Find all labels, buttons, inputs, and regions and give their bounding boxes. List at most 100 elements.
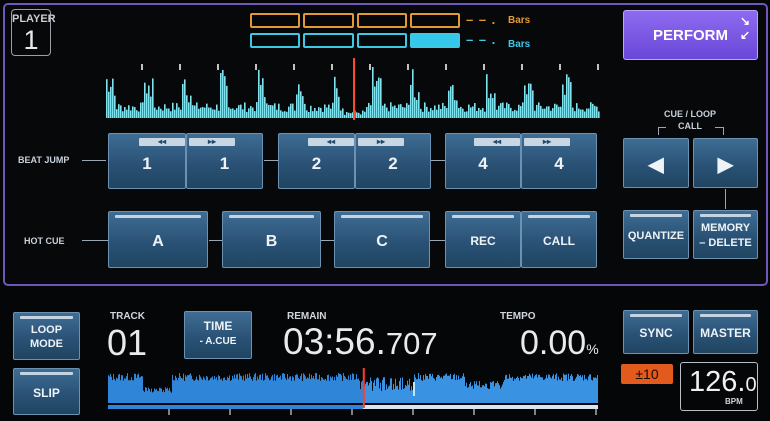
- waveform-bar: [318, 107, 320, 118]
- overview-bar: [139, 377, 140, 403]
- beat-jump-forward-1-button[interactable]: ▸▸ 1: [186, 133, 263, 189]
- waveform-bar: [416, 99, 418, 118]
- overview-bar: [110, 373, 111, 403]
- beat-jump-back-1-button[interactable]: ◂◂ 1: [108, 133, 186, 189]
- overview-bar: [563, 373, 564, 403]
- quantize-button[interactable]: QUANTIZE: [623, 210, 689, 259]
- main-waveform[interactable]: [106, 58, 600, 120]
- beat-jump-back-2-button[interactable]: ◂◂ 2: [278, 133, 355, 189]
- beat-jump-forward-2-button[interactable]: ▸▸ 2: [355, 133, 431, 189]
- forward-tab-icon: ▸▸: [189, 138, 235, 146]
- overview-bar: [369, 383, 370, 403]
- time-mode-line1: TIME: [203, 319, 233, 333]
- overview-bar: [157, 390, 158, 403]
- waveform-bar: [516, 110, 518, 118]
- overview-bar: [295, 375, 296, 403]
- overview-bar: [431, 376, 432, 403]
- connector-line: [321, 240, 334, 241]
- key-shift-badge[interactable]: ±10: [621, 364, 673, 384]
- bpm-main: 126.: [689, 366, 746, 398]
- overview-bar: [545, 378, 546, 403]
- waveform-bar: [300, 91, 302, 118]
- waveform-bar: [214, 109, 216, 118]
- waveform-bar: [500, 103, 502, 118]
- hot-cue-call-button[interactable]: CALL: [521, 211, 597, 268]
- overview-bar: [308, 378, 309, 403]
- overview-bar: [343, 373, 344, 403]
- overview-bar: [356, 374, 357, 403]
- overview-bar: [376, 378, 377, 403]
- waveform-bar: [106, 79, 108, 118]
- cue-loop-call-prev-button[interactable]: ◀: [623, 138, 689, 188]
- overview-bar: [446, 373, 447, 403]
- overview-bar: [133, 380, 134, 403]
- overview-bar: [560, 379, 561, 403]
- waveform-bar: [392, 106, 394, 118]
- overview-bar: [158, 391, 159, 403]
- waveform-bar: [270, 105, 272, 118]
- hot-cue-a-button[interactable]: A: [108, 211, 208, 268]
- overview-bar: [368, 385, 369, 403]
- overview-waveform[interactable]: [108, 368, 598, 416]
- overview-bar: [341, 375, 342, 403]
- overview-bar: [441, 376, 442, 403]
- overview-bar: [474, 381, 475, 403]
- overview-bar: [358, 378, 359, 403]
- overview-bar: [570, 375, 571, 403]
- overview-bar: [290, 376, 291, 403]
- overview-time-ticks: [168, 409, 597, 415]
- hot-cue-c-button[interactable]: C: [334, 211, 430, 268]
- waveform-bar: [170, 111, 172, 118]
- overview-bar: [164, 392, 165, 403]
- overview-bar: [517, 376, 518, 403]
- overview-bar: [586, 378, 587, 403]
- hot-cue-label-c: C: [376, 233, 388, 250]
- overview-bar: [520, 376, 521, 403]
- overview-bar: [448, 375, 449, 403]
- overview-bar: [455, 380, 456, 403]
- waveform-bar: [444, 106, 446, 118]
- memory-delete-button[interactable]: MEMORY – DELETE: [693, 210, 758, 259]
- overview-bar: [402, 377, 403, 403]
- overview-bar: [263, 380, 264, 403]
- overview-bar: [597, 375, 598, 403]
- sync-button[interactable]: SYNC: [623, 310, 689, 354]
- waveform-bar: [140, 102, 142, 118]
- hot-cue-b-button[interactable]: B: [222, 211, 321, 268]
- overview-bar: [463, 373, 464, 403]
- overview-bar: [302, 380, 303, 403]
- perform-button[interactable]: PERFORM ↘ ↙: [623, 10, 758, 60]
- overview-bar: [328, 374, 329, 403]
- overview-bar: [254, 374, 255, 403]
- overview-bar: [132, 380, 133, 403]
- overview-bar: [371, 381, 372, 403]
- beat-jump-forward-4-button[interactable]: ▸▸ 4: [521, 133, 597, 189]
- overview-bar: [220, 379, 221, 403]
- overview-bar: [210, 378, 211, 403]
- overview-bar: [165, 387, 166, 403]
- loop-mode-button[interactable]: LOOP MODE: [13, 312, 80, 360]
- beat-jump-back-4-button[interactable]: ◂◂ 4: [445, 133, 521, 189]
- waveform-bar: [148, 85, 150, 118]
- waveform-bar: [350, 113, 352, 118]
- overview-bar: [527, 375, 528, 403]
- bars-indicator-orange: [250, 13, 460, 28]
- overview-bar: [498, 383, 499, 403]
- waveform-bar: [456, 100, 458, 118]
- cue-loop-call-next-button[interactable]: ▶: [693, 138, 758, 188]
- waveform-bar: [310, 105, 312, 118]
- bar-segment: [356, 13, 407, 28]
- waveform-bar: [334, 76, 336, 118]
- time-mode-button[interactable]: TIME - A.CUE: [184, 311, 252, 359]
- overview-bar: [398, 389, 399, 403]
- slip-button[interactable]: SLIP: [13, 368, 80, 415]
- waveform-bar: [464, 111, 466, 118]
- master-button[interactable]: MASTER: [693, 310, 758, 354]
- overview-bar: [583, 380, 584, 403]
- overview-bar: [183, 373, 184, 403]
- hot-cue-rec-button[interactable]: REC: [445, 211, 521, 268]
- button-cap: [700, 314, 751, 317]
- waveform-bar: [246, 111, 248, 118]
- overview-bar: [262, 373, 263, 403]
- waveform-bar: [400, 104, 402, 118]
